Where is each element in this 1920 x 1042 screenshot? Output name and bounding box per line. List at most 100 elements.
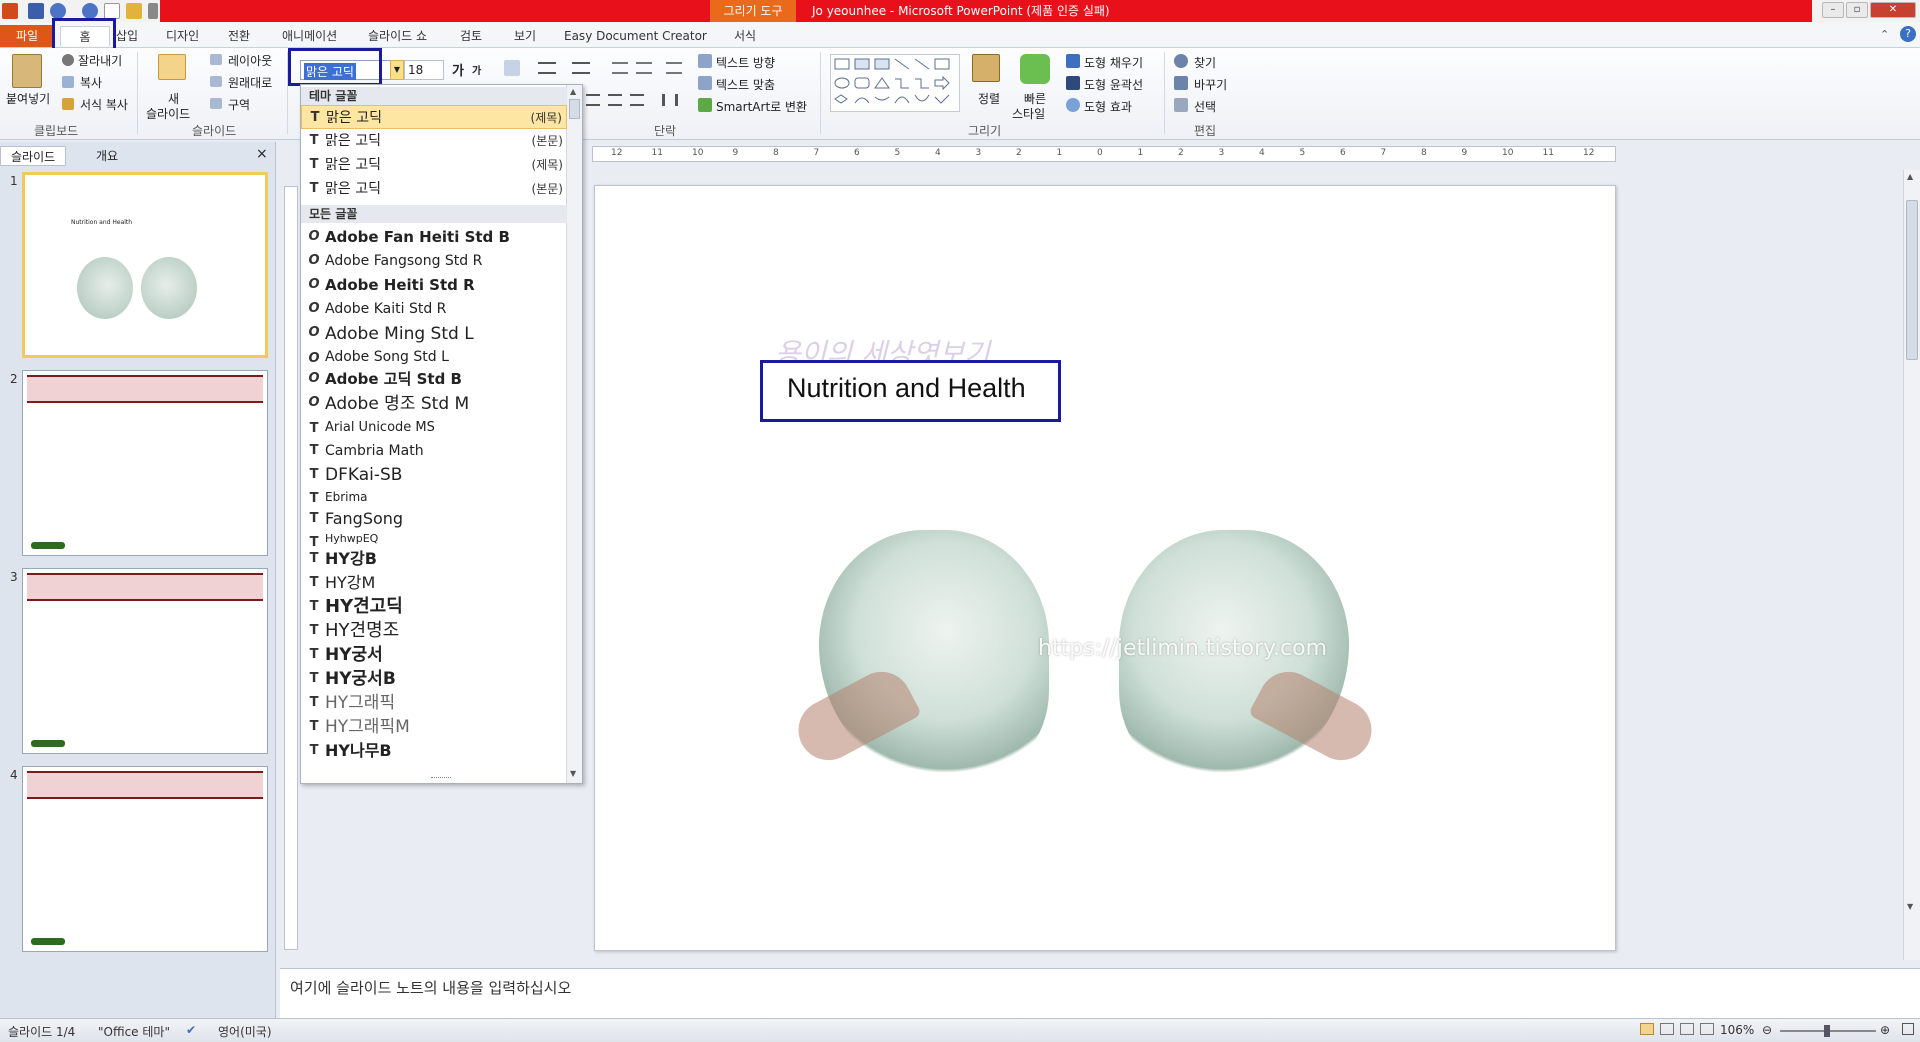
tab-view[interactable]: 보기 <box>514 26 536 46</box>
quick-styles-icon[interactable] <box>1020 54 1050 84</box>
font-item[interactable]: T HyhwpEQ <box>301 531 567 550</box>
select-button[interactable]: 선택 <box>1194 98 1216 115</box>
font-item[interactable]: O Adobe 고딕 Std B <box>301 367 567 391</box>
minimize-button[interactable]: – <box>1822 2 1844 18</box>
scroll-thumb[interactable] <box>1906 200 1918 360</box>
reset-button[interactable]: 원래대로 <box>228 74 272 91</box>
font-item[interactable]: T HY그래픽M <box>301 715 567 739</box>
open-folder-icon[interactable] <box>126 3 142 19</box>
font-list-scroll-thumb[interactable] <box>569 99 580 119</box>
font-list-scroll-up-icon[interactable]: ▲ <box>570 87 576 96</box>
slide-thumbnail-1[interactable]: Nutrition and Health <box>22 172 268 358</box>
font-list-scrollbar[interactable]: ▲ ▼ <box>566 85 582 783</box>
increase-indent-icon[interactable] <box>636 62 652 74</box>
format-painter-button[interactable]: 서식 복사 <box>80 96 128 113</box>
zoom-out-button[interactable]: ⊖ <box>1762 1023 1772 1037</box>
font-item[interactable]: T DFKai-SB <box>301 463 567 487</box>
tab-design[interactable]: 디자인 <box>166 26 199 46</box>
language-indicator[interactable]: 영어(미국) <box>218 1023 272 1040</box>
font-item[interactable]: T HY강B <box>301 547 567 571</box>
shape-effects-button[interactable]: 도형 효과 <box>1084 98 1132 115</box>
zoom-level[interactable]: 106% <box>1720 1023 1754 1037</box>
arrange-icon[interactable] <box>972 54 1000 82</box>
resize-grip[interactable] <box>431 777 451 780</box>
find-button[interactable]: 찾기 <box>1194 54 1216 71</box>
quick-styles-button-line2[interactable]: 스타일 <box>1012 105 1045 122</box>
convert-to-smartart-button[interactable]: SmartArt로 변환 <box>716 98 807 115</box>
notes-pane[interactable]: 여기에 슬라이드 노트의 내용을 입력하십시오 <box>280 968 1920 1018</box>
slide-thumbnail-3[interactable] <box>22 568 268 754</box>
font-item[interactable]: O Adobe Heiti Std R <box>301 273 567 297</box>
line-spacing-icon[interactable] <box>666 62 682 74</box>
tab-insert[interactable]: 삽입 <box>116 26 138 46</box>
font-size-combobox[interactable]: 18 <box>404 60 444 80</box>
font-item[interactable]: O Adobe Fangsong Std R <box>301 249 567 273</box>
spell-check-icon[interactable]: ✔ <box>186 1023 196 1037</box>
font-item[interactable]: T Cambria Math <box>301 439 567 463</box>
vertical-scrollbar[interactable]: ▲ ▼ <box>1903 170 1920 960</box>
font-item[interactable]: T FangSong <box>301 507 567 531</box>
font-item[interactable]: T HY그래픽 <box>301 691 567 715</box>
align-center-icon[interactable] <box>608 94 622 106</box>
shape-fill-button[interactable]: 도형 채우기 <box>1084 54 1143 71</box>
tab-file[interactable]: 파일 <box>0 25 54 47</box>
numbering-icon[interactable] <box>572 62 590 74</box>
font-item[interactable]: O Adobe Fan Heiti Std B <box>301 225 567 249</box>
slide-sorter-view-icon[interactable] <box>1660 1023 1674 1035</box>
slide-title-textbox[interactable]: Nutrition and Health <box>760 360 1061 422</box>
theme-font-item[interactable]: T 맑은 고딕 (제목) <box>301 105 567 129</box>
bullets-icon[interactable] <box>538 62 556 74</box>
font-item[interactable]: T HY궁서B <box>301 667 567 691</box>
scroll-down-arrow-icon[interactable]: ▼ <box>1907 902 1913 911</box>
restore-button[interactable]: ▫ <box>1846 2 1868 18</box>
undo-icon[interactable] <box>50 3 66 19</box>
paste-icon[interactable] <box>12 54 42 88</box>
tab-format[interactable]: 서식 <box>734 26 756 46</box>
columns-icon[interactable] <box>662 94 678 106</box>
fit-to-window-icon[interactable] <box>1902 1023 1914 1035</box>
zoom-slider-thumb[interactable] <box>1824 1025 1830 1037</box>
tab-slideshow[interactable]: 슬라이드 쇼 <box>368 26 427 46</box>
theme-font-item[interactable]: T 맑은 고딕 (본문) <box>301 177 567 201</box>
help-icon[interactable]: ? <box>1900 26 1916 42</box>
theme-name[interactable]: "Office 테마" <box>98 1023 170 1040</box>
font-item[interactable]: O Adobe Kaiti Std R <box>301 297 567 321</box>
shapes-gallery[interactable] <box>830 54 960 112</box>
font-name-dropdown-arrow[interactable]: ▼ <box>390 60 404 80</box>
slide-thumbnail-4[interactable] <box>22 766 268 952</box>
theme-font-item[interactable]: T 맑은 고딕 (제목) <box>301 153 567 177</box>
minimize-ribbon-icon[interactable]: ⌃ <box>1880 28 1889 41</box>
close-pane-button[interactable]: × <box>256 146 268 162</box>
font-item[interactable]: T Ebrima <box>301 487 567 507</box>
grow-font-icon[interactable]: 가 <box>452 60 464 79</box>
font-item[interactable]: O Adobe Song Std L <box>301 347 567 367</box>
tab-review[interactable]: 검토 <box>460 26 482 46</box>
scroll-up-arrow-icon[interactable]: ▲ <box>1907 172 1913 181</box>
clear-formatting-icon[interactable] <box>504 60 520 76</box>
redo-icon[interactable] <box>82 3 98 19</box>
font-item[interactable]: T HY나무B <box>301 739 567 763</box>
align-left-icon[interactable] <box>586 94 600 106</box>
zoom-in-button[interactable]: ⊕ <box>1880 1023 1890 1037</box>
layout-button[interactable]: 레이아웃 <box>228 52 272 69</box>
replace-button[interactable]: 바꾸기 <box>1194 76 1227 93</box>
justify-icon[interactable] <box>630 94 644 106</box>
new-slide-icon[interactable] <box>158 54 186 80</box>
font-item[interactable]: T HY견고딕 <box>301 595 567 619</box>
font-item[interactable]: T HY강M <box>301 571 567 595</box>
customize-qat-icon[interactable] <box>148 3 158 19</box>
decrease-indent-icon[interactable] <box>612 62 628 74</box>
normal-view-icon[interactable] <box>1640 1023 1654 1035</box>
text-direction-button[interactable]: 텍스트 방향 <box>716 54 775 71</box>
shape-outline-button[interactable]: 도형 윤곽선 <box>1084 76 1143 93</box>
tab-transitions[interactable]: 전환 <box>228 26 250 46</box>
font-item[interactable]: T HY궁서 <box>301 643 567 667</box>
slide-canvas[interactable] <box>594 185 1616 951</box>
font-list-scroll-down-icon[interactable]: ▼ <box>570 769 576 778</box>
cut-button[interactable]: 잘라내기 <box>78 52 122 69</box>
tab-animations[interactable]: 애니메이션 <box>282 26 337 46</box>
slide-thumbnail-2[interactable] <box>22 370 268 556</box>
font-item[interactable]: O Adobe Ming Std L <box>301 321 567 347</box>
tab-outline-pane[interactable]: 개요 <box>86 146 128 166</box>
section-button[interactable]: 구역 <box>228 96 250 113</box>
